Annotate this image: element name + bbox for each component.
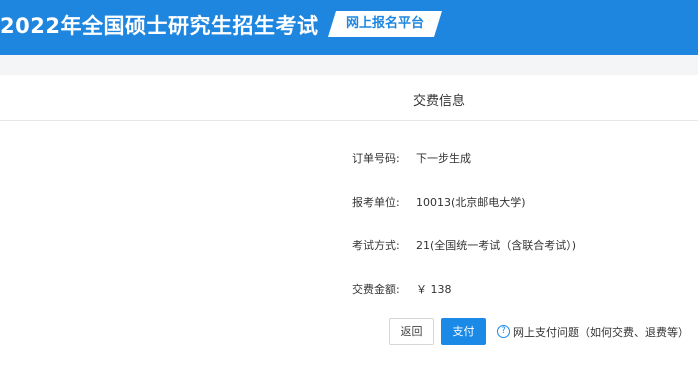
platform-badge: 网上报名平台 [328, 11, 442, 37]
pay-button[interactable]: 支付 [441, 318, 486, 345]
top-header: 2022年全国硕士研究生招生考试 网上报名平台 [0, 0, 698, 55]
fee-amount-row: 交费金额: ￥ 138 [0, 281, 698, 299]
section-divider [0, 120, 698, 121]
fee-amount-value: ￥ 138 [416, 283, 452, 296]
order-number-value: 下一步生成 [416, 152, 471, 165]
order-number-row: 订单号码: 下一步生成 [0, 150, 698, 168]
exam-title: 2022年全国硕士研究生招生考试 [0, 14, 319, 38]
back-button[interactable]: 返回 [389, 318, 434, 345]
payment-help-label: 网上支付问题（如何交费、退费等） [513, 326, 689, 339]
institution-label: 报考单位: [352, 196, 400, 209]
exam-mode-label: 考试方式: [352, 239, 400, 252]
platform-badge-label: 网上报名平台 [345, 16, 424, 31]
institution-value: 10013(北京邮电大学) [416, 196, 526, 209]
exam-mode-value: 21(全国统一考试（含联合考试）) [416, 239, 577, 252]
order-number-label: 订单号码: [352, 152, 400, 165]
exam-mode-row: 考试方式: 21(全国统一考试（含联合考试）) [0, 237, 698, 255]
institution-row: 报考单位: 10013(北京邮电大学) [0, 194, 698, 212]
section-title: 交费信息 [412, 94, 465, 109]
question-circle-icon: ? [497, 325, 510, 338]
fee-amount-label: 交费金额: [352, 283, 400, 296]
header-spacer-band [0, 55, 698, 75]
